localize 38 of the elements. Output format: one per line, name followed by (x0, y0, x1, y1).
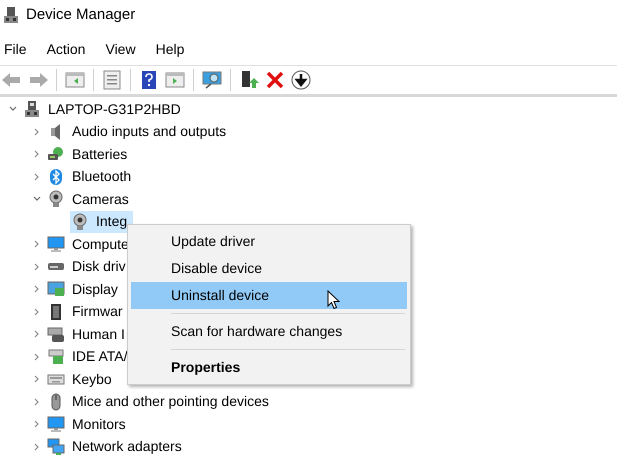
scan-monitor-icon[interactable] (200, 69, 224, 91)
menu-item[interactable]: Properties (131, 354, 407, 381)
bluetooth-icon (47, 168, 65, 186)
tree-item[interactable]: LAPTOP-G31P2HBD (22, 98, 187, 120)
tree-item[interactable]: Display (46, 278, 124, 300)
menu-item[interactable]: Disable device (131, 255, 407, 282)
tree-item[interactable]: Batteries (46, 143, 134, 166)
keyboard-joystick-icon (47, 325, 65, 344)
menu-item[interactable]: Help (156, 38, 184, 60)
tree-item[interactable]: Human I (46, 323, 131, 346)
menu-item[interactable]: Scan for hardware changes (131, 318, 407, 345)
controller-icon (47, 348, 65, 366)
tree-item[interactable]: Mice and other pointing devices (46, 390, 275, 413)
computer-icon (23, 100, 41, 118)
window-title: Device Manager (26, 4, 136, 25)
menu-item[interactable]: Action (46, 38, 86, 60)
app-icon (2, 6, 20, 24)
menu-item[interactable]: View (105, 38, 136, 60)
monitor-icon (47, 415, 65, 434)
tree-item[interactable]: Audio inputs and outputs (46, 120, 232, 143)
webcam-icon (47, 190, 65, 208)
tree-item[interactable]: IDE ATA/ (46, 346, 134, 368)
tree-item[interactable]: Disk driv (46, 256, 132, 278)
tree-item[interactable]: Network adapters (46, 436, 188, 458)
display-adapter-icon (47, 280, 65, 298)
tree-item[interactable]: Cameras (46, 188, 135, 210)
menu-item[interactable]: File (4, 38, 27, 60)
tree-item[interactable]: Firmwar (46, 300, 129, 323)
tree-item[interactable]: Bluetooth (46, 166, 138, 188)
webcam-icon (71, 212, 89, 231)
tree-item[interactable]: Integ (70, 210, 134, 233)
tree-item[interactable]: Keybo (46, 368, 118, 390)
monitor-icon (47, 235, 65, 254)
tree-item[interactable]: Monitors (46, 413, 132, 436)
mouse-cursor-icon (327, 290, 340, 310)
menu-item[interactable]: Uninstall device (131, 282, 407, 309)
disk-drive-icon (47, 262, 65, 271)
network-icon (47, 438, 65, 456)
